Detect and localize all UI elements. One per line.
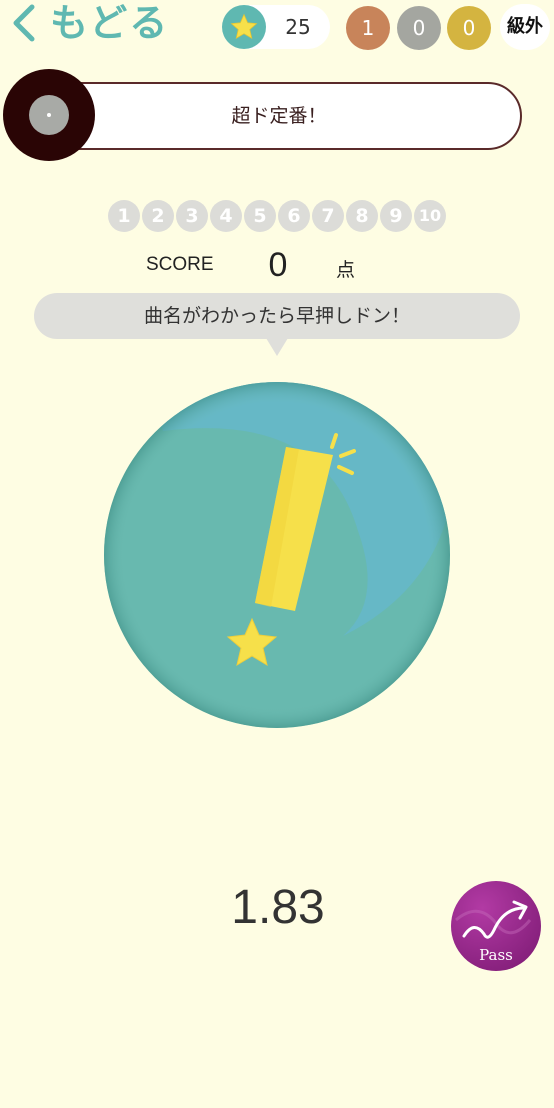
prompt-bubble-tail bbox=[266, 338, 288, 356]
question-number-4: 4 bbox=[210, 200, 242, 232]
question-number-6: 6 bbox=[278, 200, 310, 232]
star-counter: 25 bbox=[222, 5, 330, 49]
bronze-medal-count: 1 bbox=[346, 6, 390, 50]
record-label-disc bbox=[29, 95, 69, 135]
question-number-1: 1 bbox=[108, 200, 140, 232]
score-label: SCORE bbox=[146, 254, 214, 275]
pass-label: Pass bbox=[479, 946, 513, 964]
timer: 1.83 bbox=[231, 881, 325, 934]
record-center-hole bbox=[47, 113, 51, 117]
grade-badge: 級外 bbox=[500, 4, 550, 50]
back-button[interactable]: もどる bbox=[4, 0, 169, 46]
question-number-5: 5 bbox=[244, 200, 276, 232]
silver-medal-count: 0 bbox=[397, 6, 441, 50]
score-unit: 点 bbox=[336, 259, 356, 281]
question-number-10: 10 bbox=[414, 200, 446, 232]
score-value: 0 bbox=[268, 246, 288, 284]
genre-title: 超ド定番！ bbox=[231, 105, 327, 127]
buzzer-button[interactable] bbox=[103, 381, 451, 729]
question-progress: 1 2 3 4 5 6 7 8 9 10 bbox=[108, 200, 448, 234]
exclamation-icon bbox=[104, 382, 450, 728]
question-number-7: 7 bbox=[312, 200, 344, 232]
question-number-3: 3 bbox=[176, 200, 208, 232]
gold-medal-count: 0 bbox=[447, 6, 491, 50]
pass-button[interactable]: Pass bbox=[450, 880, 542, 972]
star-count: 25 bbox=[285, 15, 311, 39]
back-label: もどる bbox=[50, 1, 170, 45]
quiz-screen: もどる 25 1 0 0 級外 超ド定番！ 1 2 3 4 5 6 7 8 9 10 SCORE … bbox=[0, 0, 554, 1108]
prompt-text: 曲名がわかったら早押しドン！ bbox=[143, 305, 410, 327]
question-number-2: 2 bbox=[142, 200, 174, 232]
chevron-left-icon bbox=[4, 0, 44, 46]
record-icon bbox=[3, 69, 95, 161]
star-icon bbox=[222, 5, 266, 49]
question-number-9: 9 bbox=[380, 200, 412, 232]
question-number-8: 8 bbox=[346, 200, 378, 232]
